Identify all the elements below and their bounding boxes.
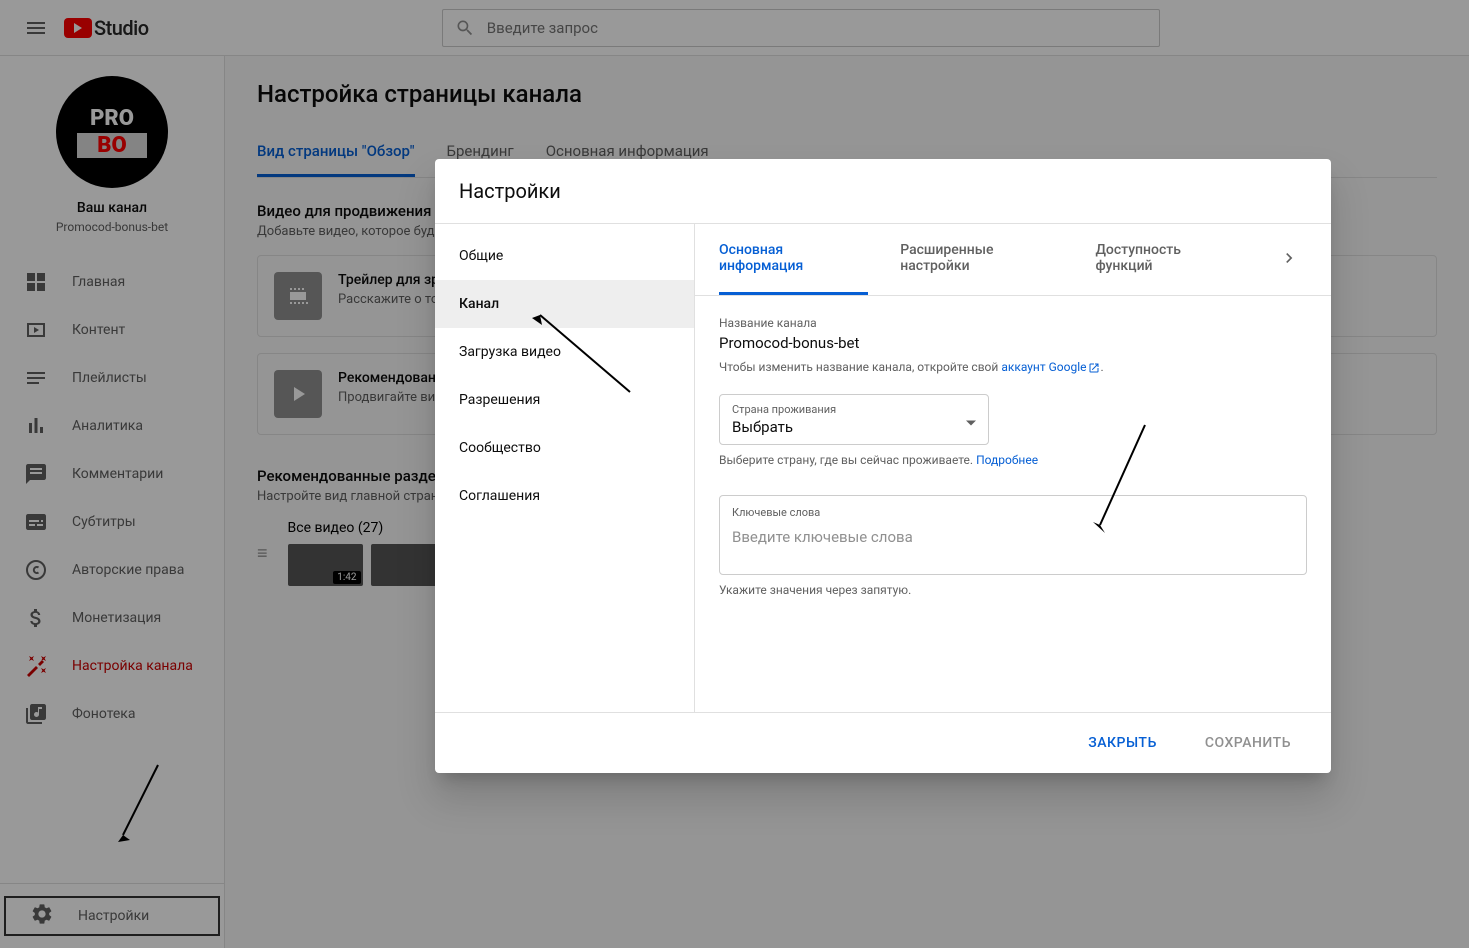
google-account-link[interactable]: аккаунт Google [1001,360,1100,374]
save-button[interactable]: Сохранить [1189,725,1307,761]
dialog-tabs: Основная информация Расширенные настройк… [695,224,1331,296]
keywords-input[interactable] [732,528,1294,546]
dialog-tab-advanced[interactable]: Расширенные настройки [900,224,1063,295]
tabs-scroll-right-button[interactable] [1271,240,1307,280]
dialog-title: Настройки [435,159,1331,224]
dialog-nav-agreements[interactable]: Соглашения [435,472,694,520]
country-select[interactable]: Страна проживания Выбрать [719,394,989,445]
dialog-sidebar: Общие Канал Загрузка видео Разрешения Со… [435,224,695,712]
dialog-footer: Закрыть Сохранить [435,712,1331,773]
dialog-nav-upload[interactable]: Загрузка видео [435,328,694,376]
country-label: Страна проживания [732,403,976,416]
dialog-tab-basic-info[interactable]: Основная информация [719,224,868,295]
country-help: Выберите страну, где вы сейчас проживает… [719,453,1307,467]
dialog-content: Основная информация Расширенные настройк… [695,224,1331,712]
external-link-icon [1088,362,1100,374]
keywords-field[interactable]: Ключевые слова [719,495,1307,575]
keywords-help: Укажите значения через запятую. [719,583,1307,597]
keywords-label: Ключевые слова [732,506,1294,519]
dialog-nav-community[interactable]: Сообщество [435,424,694,472]
dialog-nav-channel[interactable]: Канал [435,280,694,328]
dialog-nav-permissions[interactable]: Разрешения [435,376,694,424]
settings-dialog: Настройки Общие Канал Загрузка видео Раз… [435,159,1331,773]
dialog-tab-features[interactable]: Доступность функций [1095,224,1239,295]
close-button[interactable]: Закрыть [1072,725,1173,761]
dropdown-arrow-icon [966,410,976,429]
dialog-nav-general[interactable]: Общие [435,232,694,280]
country-learn-more-link[interactable]: Подробнее [976,453,1038,467]
channel-name-value: Promocod-bonus-bet [719,334,1307,352]
channel-name-help: Чтобы изменить название канала, откройте… [719,360,1307,374]
country-value: Выбрать [732,418,976,436]
chevron-right-icon [1279,248,1299,268]
dialog-main: Название канала Promocod-bonus-bet Чтобы… [695,296,1331,712]
channel-name-label: Название канала [719,316,1307,330]
